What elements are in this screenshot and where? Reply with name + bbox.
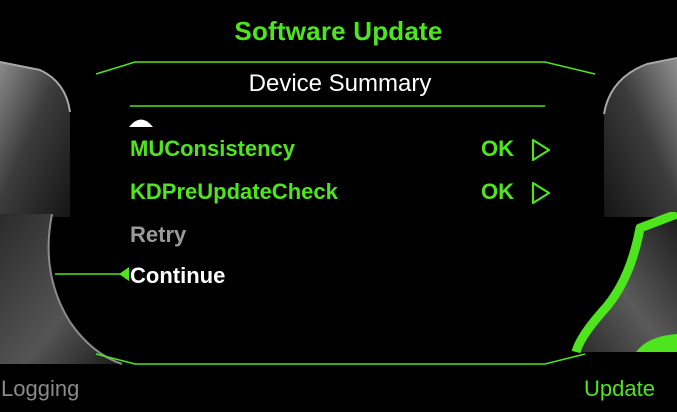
frame-lines bbox=[55, 61, 596, 365]
menu-item-label: Retry bbox=[130, 222, 187, 247]
menu-item-label: KDPreUpdateCheck bbox=[130, 179, 338, 204]
menu-item-label: MUConsistency bbox=[130, 136, 296, 161]
menu-item-status: OK bbox=[481, 179, 514, 204]
page-title: Software Update bbox=[234, 16, 443, 46]
softkey-label-update[interactable]: Update bbox=[584, 376, 655, 402]
menu-item-status: OK bbox=[481, 136, 514, 161]
page-subtitle: Device Summary bbox=[248, 70, 432, 97]
triangle-left-icon bbox=[119, 267, 129, 281]
scroll-up-icon[interactable] bbox=[128, 114, 154, 128]
triangle-right-outline-icon[interactable] bbox=[530, 181, 552, 205]
display-screen: Software Update Device Summary MUConsist… bbox=[0, 0, 677, 412]
triangle-right-outline-icon[interactable] bbox=[530, 138, 552, 162]
menu-item-label: Continue bbox=[130, 263, 226, 288]
softkey-label-logging[interactable]: Logging bbox=[1, 376, 79, 402]
